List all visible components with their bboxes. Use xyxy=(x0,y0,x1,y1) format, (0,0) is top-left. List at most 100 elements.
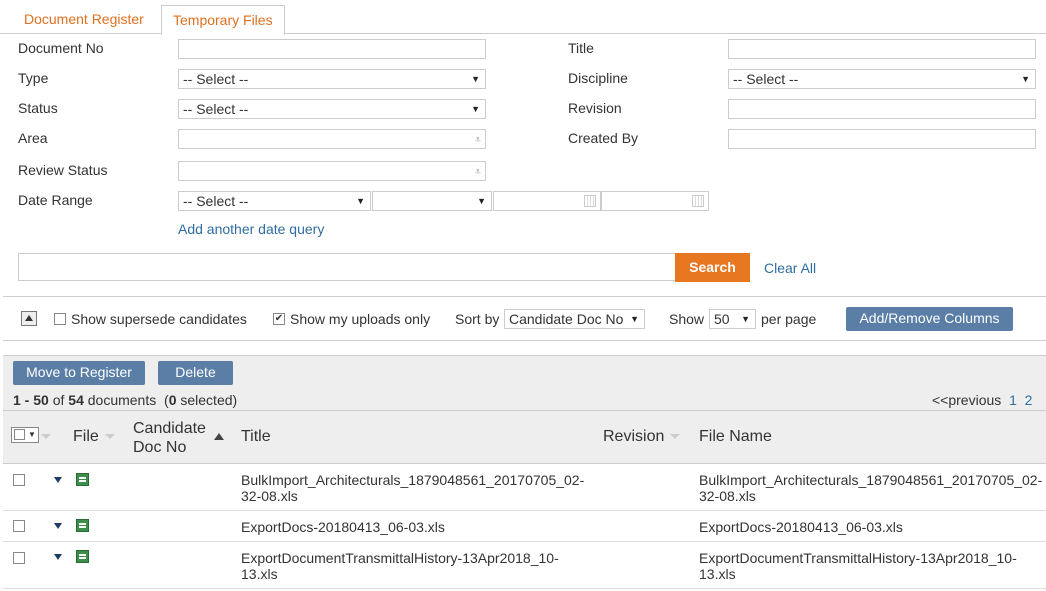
discipline-select[interactable]: -- Select -- ▼ xyxy=(728,69,1036,89)
my-uploads-checkbox[interactable]: ✔ xyxy=(273,313,285,325)
col-revision-label: Revision xyxy=(603,428,665,445)
triangle-up-icon xyxy=(25,315,33,321)
tab-temporary-files[interactable]: Temporary Files xyxy=(161,5,285,35)
type-label: Type xyxy=(18,70,49,86)
select-all-checkbox[interactable] xyxy=(14,429,25,440)
status-select[interactable]: -- Select -- ▼ xyxy=(178,99,486,119)
tab-document-register[interactable]: Document Register xyxy=(13,5,155,34)
selected-close: selected) xyxy=(180,392,238,408)
excel-file-icon[interactable] xyxy=(76,473,89,486)
results-total: 54 xyxy=(68,392,84,408)
sort-by-value: Candidate Doc No xyxy=(509,311,624,327)
select-all-dropdown[interactable]: ▼ xyxy=(11,427,39,443)
created-by-label: Created By xyxy=(568,130,639,146)
review-status-multiselect[interactable]: ⩡ xyxy=(178,161,486,181)
move-to-register-button[interactable]: Move to Register xyxy=(13,361,145,385)
calendar-icon[interactable] xyxy=(692,195,704,207)
results-docs: documents xyxy=(87,392,157,408)
collapse-panel-button[interactable] xyxy=(21,311,37,326)
results-summary: 1 - 50 of 54 documents (0 selected) xyxy=(13,392,237,408)
sort-arrow-icon xyxy=(670,434,681,440)
page-size-select[interactable]: 50 ▼ xyxy=(709,309,756,329)
page-2-link[interactable]: 2 xyxy=(1025,392,1033,408)
dropdown-arrow-icon: ▼ xyxy=(1021,74,1030,84)
row-menu-icon[interactable] xyxy=(54,477,62,483)
sort-arrow-icon xyxy=(104,434,115,440)
col-file-name[interactable]: File Name xyxy=(699,428,772,446)
page-size-value: 50 xyxy=(714,311,730,327)
selected-count: 0 xyxy=(168,392,177,408)
date-range-select[interactable]: -- Select -- ▼ xyxy=(178,191,371,211)
dropdown-arrow-icon: ▼ xyxy=(630,314,639,324)
table-row[interactable]: BulkImport_Architecturals_1879048561_201… xyxy=(3,464,1046,511)
supersede-label: Show supersede candidates xyxy=(71,311,247,327)
row-title: ExportDocs-20180413_06-03.xls xyxy=(241,519,445,535)
my-uploads-label: Show my uploads only xyxy=(290,311,431,327)
row-file-name[interactable]: BulkImport_Architecturals_1879048561_201… xyxy=(699,472,1042,504)
created-by-input[interactable] xyxy=(728,129,1036,149)
per-page-label: per page xyxy=(761,311,817,327)
col-file[interactable]: File xyxy=(73,428,115,446)
row-menu-icon[interactable] xyxy=(54,523,62,529)
row-menu-icon[interactable] xyxy=(54,554,62,560)
sort-by-select[interactable]: Candidate Doc No ▼ xyxy=(504,309,645,329)
date-range-select-value: -- Select -- xyxy=(183,193,249,209)
search-button[interactable]: Search xyxy=(675,253,750,282)
calendar-icon[interactable] xyxy=(584,195,596,207)
date-to-input[interactable] xyxy=(601,191,709,211)
table-row[interactable]: ExportDocs-20180413_06-03.xls ExportDocs… xyxy=(3,511,1046,542)
row-file-line: ExportDocumentTransmittalHistory-13Apr20… xyxy=(699,550,1017,566)
checkmark-icon: ✔ xyxy=(274,313,284,324)
row-file-line: 32-08.xls xyxy=(699,488,756,504)
revision-input[interactable] xyxy=(728,99,1036,119)
col-revision[interactable]: Revision xyxy=(603,428,681,446)
area-label: Area xyxy=(18,130,48,146)
row-checkbox[interactable] xyxy=(13,474,25,486)
type-select-value: -- Select -- xyxy=(183,71,249,87)
excel-file-icon[interactable] xyxy=(76,550,89,563)
dropdown-arrow-icon: ▼ xyxy=(477,196,486,206)
row-checkbox[interactable] xyxy=(13,520,25,532)
type-select[interactable]: -- Select -- ▼ xyxy=(178,69,486,89)
supersede-checkbox[interactable] xyxy=(54,313,66,325)
date-operator-select[interactable]: ▼ xyxy=(372,191,492,211)
delete-button[interactable]: Delete xyxy=(158,361,233,385)
dropdown-arrow-icon: ▼ xyxy=(28,430,36,439)
revision-label: Revision xyxy=(568,100,622,116)
row-checkbox[interactable] xyxy=(13,552,25,564)
results-of: of xyxy=(52,392,65,408)
col-title[interactable]: Title xyxy=(241,428,271,446)
review-status-label: Review Status xyxy=(18,162,108,178)
row-title-line: 32-08.xls xyxy=(241,488,298,504)
clear-all-link[interactable]: Clear All xyxy=(764,260,816,276)
row-file-name[interactable]: ExportDocumentTransmittalHistory-13Apr20… xyxy=(699,550,1017,582)
title-label: Title xyxy=(568,40,594,56)
row-title: ExportDocumentTransmittalHistory-13Apr20… xyxy=(241,550,559,582)
col-candidate-label-1: Candidate xyxy=(133,420,206,437)
previous-link[interactable]: <<previous xyxy=(932,392,1001,408)
excel-file-icon[interactable] xyxy=(76,519,89,532)
col-file-label: File xyxy=(73,428,99,445)
dropdown-arrow-icon: ▼ xyxy=(741,314,750,324)
dropdown-arrow-icon: ▼ xyxy=(471,74,480,84)
show-label: Show xyxy=(669,311,705,327)
area-multiselect[interactable]: ⩡ xyxy=(178,129,486,149)
title-input[interactable] xyxy=(728,39,1036,59)
page-1-link[interactable]: 1 xyxy=(1009,392,1017,408)
row-title-line: 13.xls xyxy=(241,566,278,582)
add-date-query-link[interactable]: Add another date query xyxy=(178,221,324,237)
filter-arrow-icon: ⩡ xyxy=(474,166,481,178)
row-file-line: BulkImport_Architecturals_1879048561_201… xyxy=(699,472,1043,488)
pagination: <<previous 1 2 xyxy=(932,392,1032,408)
sort-arrow-icon xyxy=(41,434,51,439)
date-from-input[interactable] xyxy=(493,191,601,211)
add-remove-columns-button[interactable]: Add/Remove Columns xyxy=(846,307,1013,331)
document-no-input[interactable] xyxy=(178,39,486,59)
col-candidate-doc-no[interactable]: Candidate Doc No xyxy=(133,419,206,457)
row-title: BulkImport_Architecturals_1879048561_201… xyxy=(241,472,584,504)
keyword-search-input[interactable] xyxy=(18,253,676,281)
status-label: Status xyxy=(18,100,58,116)
col-candidate-label-2: Doc No xyxy=(133,439,187,456)
row-file-name[interactable]: ExportDocs-20180413_06-03.xls xyxy=(699,519,903,535)
table-row[interactable]: ExportDocumentTransmittalHistory-13Apr20… xyxy=(3,542,1046,589)
